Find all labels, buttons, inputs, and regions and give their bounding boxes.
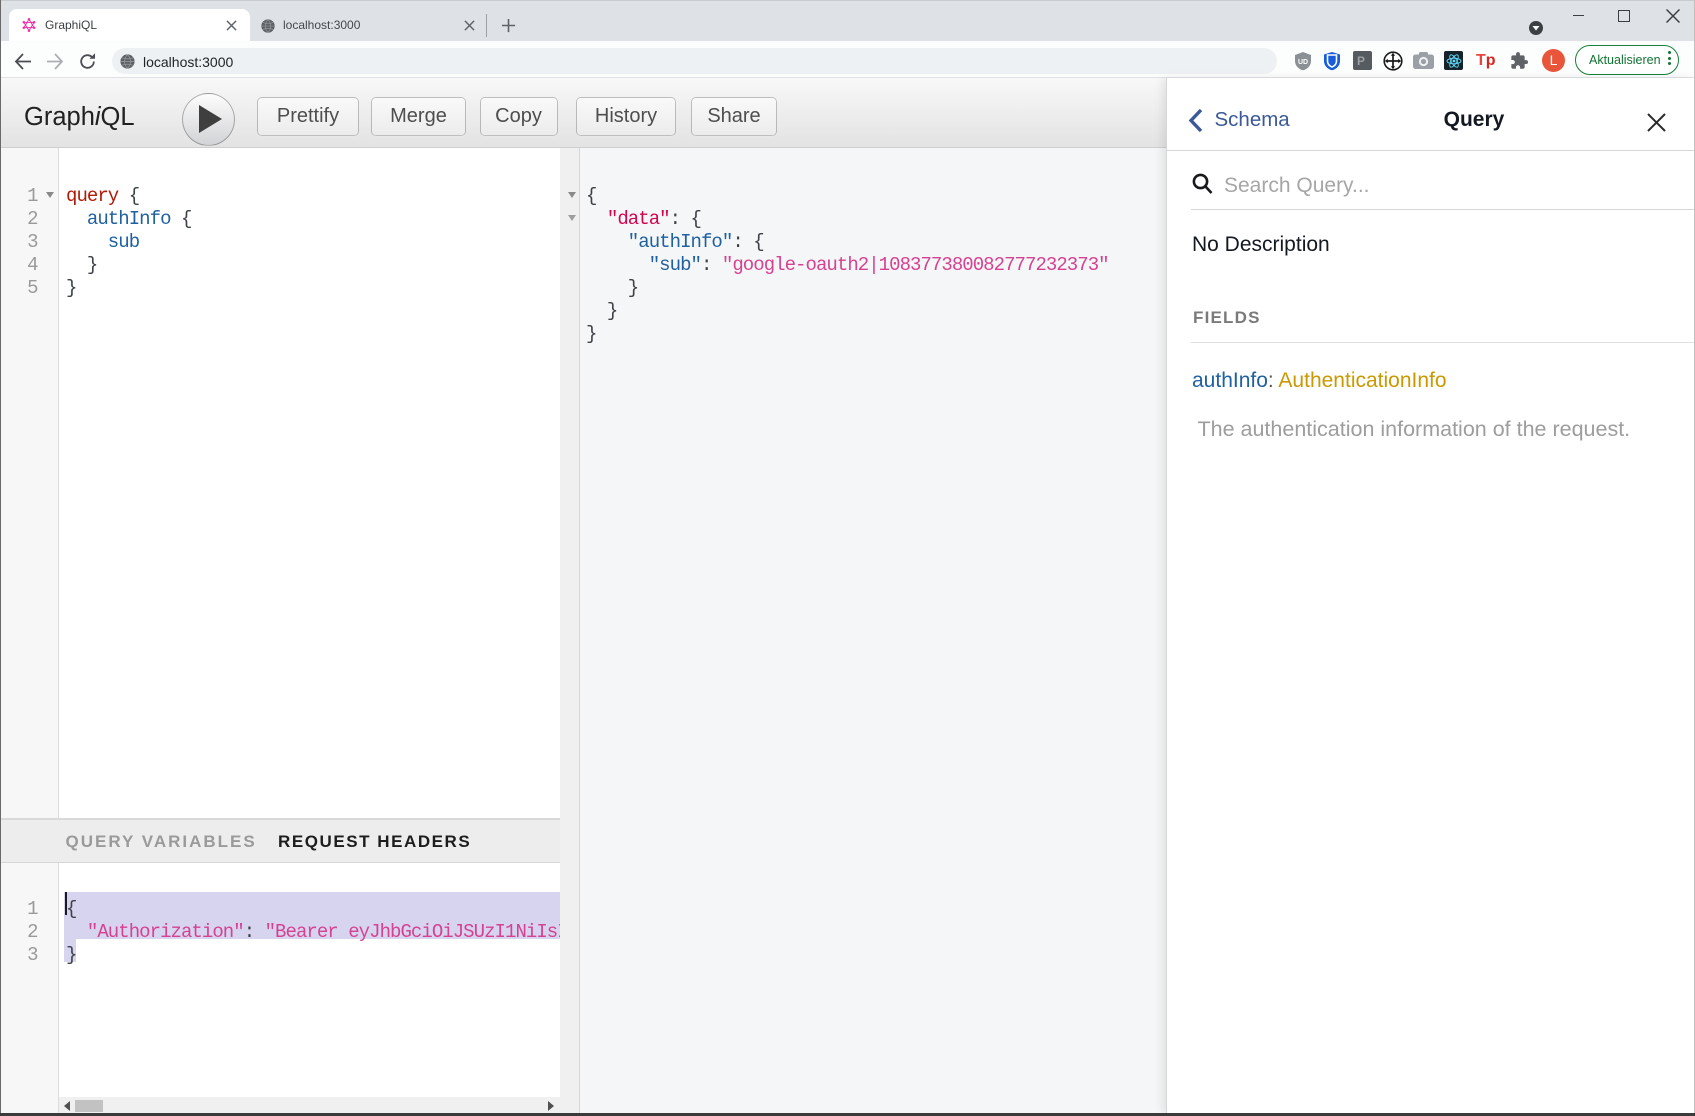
svg-text:UD: UD [1298, 59, 1308, 66]
